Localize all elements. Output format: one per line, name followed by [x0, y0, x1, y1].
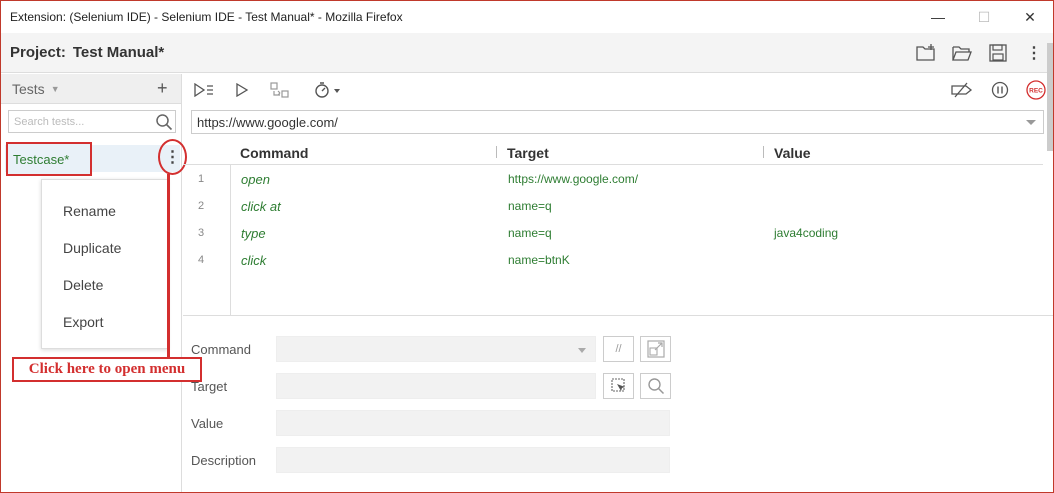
close-button[interactable]: ✕: [1007, 1, 1053, 33]
search-tests-input[interactable]: [9, 111, 149, 132]
browser-window: Extension: (Selenium IDE) - Selenium IDE…: [0, 0, 1054, 493]
command-grid-header: Command Target Value: [183, 140, 1043, 165]
command-label: Command: [191, 342, 251, 357]
value-label: Value: [191, 416, 224, 431]
value-input[interactable]: [277, 411, 669, 435]
title-bar: Extension: (Selenium IDE) - Selenium IDE…: [1, 1, 1053, 33]
pause-icon[interactable]: [989, 80, 1011, 100]
record-label: REC: [1029, 88, 1043, 95]
row-number: 2: [198, 200, 205, 212]
caret-down-icon: ▼: [50, 83, 60, 94]
description-label: Description: [191, 453, 257, 468]
row-target: name=q: [508, 226, 552, 240]
menu-item-rename[interactable]: Rename: [63, 203, 116, 219]
open-reference-icon[interactable]: [640, 336, 671, 362]
target-input-box: [276, 373, 596, 399]
column-divider[interactable]: [496, 146, 497, 158]
menu-item-duplicate[interactable]: Duplicate: [63, 240, 121, 256]
column-header-value: Value: [774, 145, 811, 161]
test-speed-icon[interactable]: [313, 80, 345, 100]
value-input-box: [276, 410, 670, 436]
row-number: 1: [198, 173, 205, 185]
row-number: 3: [198, 227, 205, 239]
command-input-box: [276, 336, 596, 362]
description-input[interactable]: [277, 448, 669, 472]
menu-item-export[interactable]: Export: [63, 314, 103, 330]
more-options-icon[interactable]: ⋮: [1023, 42, 1045, 64]
chevron-down-icon[interactable]: [578, 348, 586, 353]
editor-resize-handle[interactable]: [183, 315, 1053, 316]
annotation-line: [167, 174, 170, 364]
record-button[interactable]: REC: [1025, 80, 1047, 100]
base-url-select[interactable]: https://www.google.com/: [191, 110, 1044, 134]
row-command: type: [241, 226, 266, 241]
comment-button[interactable]: //: [603, 336, 634, 362]
row-command: open: [241, 172, 270, 187]
new-project-icon[interactable]: [915, 42, 937, 64]
column-header-target: Target: [507, 145, 549, 161]
search-icon: [155, 113, 173, 131]
project-name[interactable]: Test Manual*: [73, 44, 164, 61]
tests-sidebar: Tests ▼ + Testcase* ⋮ Rename Duplicate D…: [1, 74, 202, 492]
column-header-command: Command: [240, 145, 309, 161]
base-url-value: https://www.google.com/: [197, 114, 338, 130]
column-divider[interactable]: [763, 146, 764, 158]
disable-breakpoints-icon[interactable]: [951, 80, 973, 100]
row-number: 4: [198, 254, 205, 266]
test-context-menu: Rename Duplicate Delete Export: [41, 179, 168, 349]
project-label: Project:: [10, 44, 66, 61]
select-target-icon[interactable]: [603, 373, 634, 399]
row-target: https://www.google.com/: [508, 172, 639, 186]
row-command: click: [241, 253, 267, 268]
target-label: Target: [191, 379, 228, 394]
menu-item-delete[interactable]: Delete: [63, 277, 103, 293]
command-row[interactable]: 3 type name=q java4coding: [183, 220, 1043, 247]
command-input[interactable]: [277, 337, 595, 361]
project-header: Project: Test Manual* ⋮: [1, 33, 1053, 73]
annotation-callout: Click here to open menu: [12, 357, 202, 382]
target-input[interactable]: [277, 374, 595, 398]
row-target: name=btnK: [508, 253, 570, 267]
window-title: Extension: (Selenium IDE) - Selenium IDE…: [10, 10, 403, 24]
add-test-button[interactable]: +: [157, 78, 168, 99]
find-target-icon[interactable]: [640, 373, 671, 399]
tests-header[interactable]: Tests ▼ +: [1, 74, 181, 104]
window-scrollbar[interactable]: [1047, 43, 1053, 151]
tests-dropdown[interactable]: Tests: [12, 81, 45, 97]
save-project-icon[interactable]: [987, 42, 1009, 64]
playback-toolbar: REC: [183, 74, 1053, 105]
command-row[interactable]: 2 click at name=q: [183, 193, 1043, 220]
step-over-icon[interactable]: [269, 80, 291, 100]
minimize-button[interactable]: —: [915, 1, 961, 33]
test-item[interactable]: Testcase*: [6, 142, 92, 176]
chevron-down-icon: [1026, 120, 1036, 125]
row-command: click at: [241, 199, 281, 214]
run-all-tests-icon[interactable]: [193, 80, 215, 100]
open-project-icon[interactable]: [951, 42, 973, 64]
search-box: [8, 110, 176, 133]
maximize-button[interactable]: ☐: [961, 1, 1007, 33]
row-target: name=q: [508, 199, 552, 213]
command-row[interactable]: 1 open https://www.google.com/: [183, 166, 1043, 193]
row-value: java4coding: [774, 226, 839, 240]
description-input-box: [276, 447, 670, 473]
run-test-icon[interactable]: [231, 80, 253, 100]
command-row[interactable]: 4 click name=btnK: [183, 247, 1043, 274]
